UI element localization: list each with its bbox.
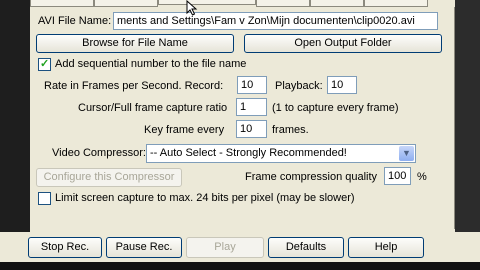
settings-panel: AVI File Name: ments and Settings\Fam v … [30, 7, 455, 229]
tab-5[interactable] [310, 0, 364, 7]
browse-button[interactable]: Browse for File Name [36, 34, 234, 53]
stop-rec-button[interactable]: Stop Rec. [28, 237, 102, 258]
open-folder-button[interactable]: Open Output Folder [244, 34, 442, 53]
keyframe-label: Key frame every [144, 124, 225, 136]
compressor-value: -- Auto Select - Strongly Recommended! [150, 147, 347, 159]
limit-bits-checkbox[interactable] [38, 192, 51, 205]
playback-label: Playback: [275, 80, 323, 92]
tab-2[interactable] [94, 0, 158, 7]
limit-bits-label: Limit screen capture to max. 24 bits per… [55, 192, 355, 204]
sequential-number-checkbox[interactable]: ✓ [38, 58, 51, 71]
tab-4[interactable] [256, 0, 310, 7]
sequential-number-label: Add sequential number to the file name [55, 58, 247, 70]
cursor-ratio-input[interactable]: 1 [236, 98, 267, 116]
rate-label: Rate in Frames per Second. Record: [44, 80, 224, 92]
footer-strip [0, 262, 480, 270]
keyframe-unit: frames. [272, 124, 309, 136]
tab-6[interactable] [364, 0, 428, 7]
right-edge [455, 0, 480, 232]
left-edge [0, 0, 30, 232]
avi-file-input[interactable]: ments and Settings\Fam v Zon\Mijn docume… [113, 12, 438, 30]
defaults-button[interactable]: Defaults [268, 237, 344, 258]
tab-3[interactable] [158, 0, 256, 5]
help-button[interactable]: Help [348, 237, 424, 258]
quality-input[interactable]: 100 [384, 167, 411, 185]
cursor-ratio-label: Cursor/Full frame capture ratio [78, 102, 228, 114]
playback-rate-input[interactable]: 10 [327, 76, 357, 94]
check-mark-icon: ✓ [40, 58, 50, 70]
pause-rec-button[interactable]: Pause Rec. [106, 237, 182, 258]
tab-1[interactable] [30, 0, 94, 7]
chevron-down-icon[interactable]: ▼ [399, 146, 414, 161]
configure-compressor-button[interactable]: Configure this Compressor [36, 168, 182, 187]
avi-file-label: AVI File Name: [38, 15, 112, 27]
keyframe-input[interactable]: 10 [236, 120, 267, 138]
mouse-cursor-icon [186, 0, 198, 16]
record-rate-input[interactable]: 10 [237, 76, 267, 94]
cursor-ratio-hint: (1 to capture every frame) [272, 102, 399, 114]
compressor-label: Video Compressor: [52, 147, 146, 159]
quality-label: Frame compression quality [245, 171, 378, 183]
quality-unit: % [417, 171, 427, 183]
compressor-select[interactable]: -- Auto Select - Strongly Recommended! ▼ [146, 144, 416, 163]
bottom-button-bar: Stop Rec. Pause Rec. Play Defaults Help [0, 232, 480, 262]
play-button[interactable]: Play [186, 237, 264, 258]
